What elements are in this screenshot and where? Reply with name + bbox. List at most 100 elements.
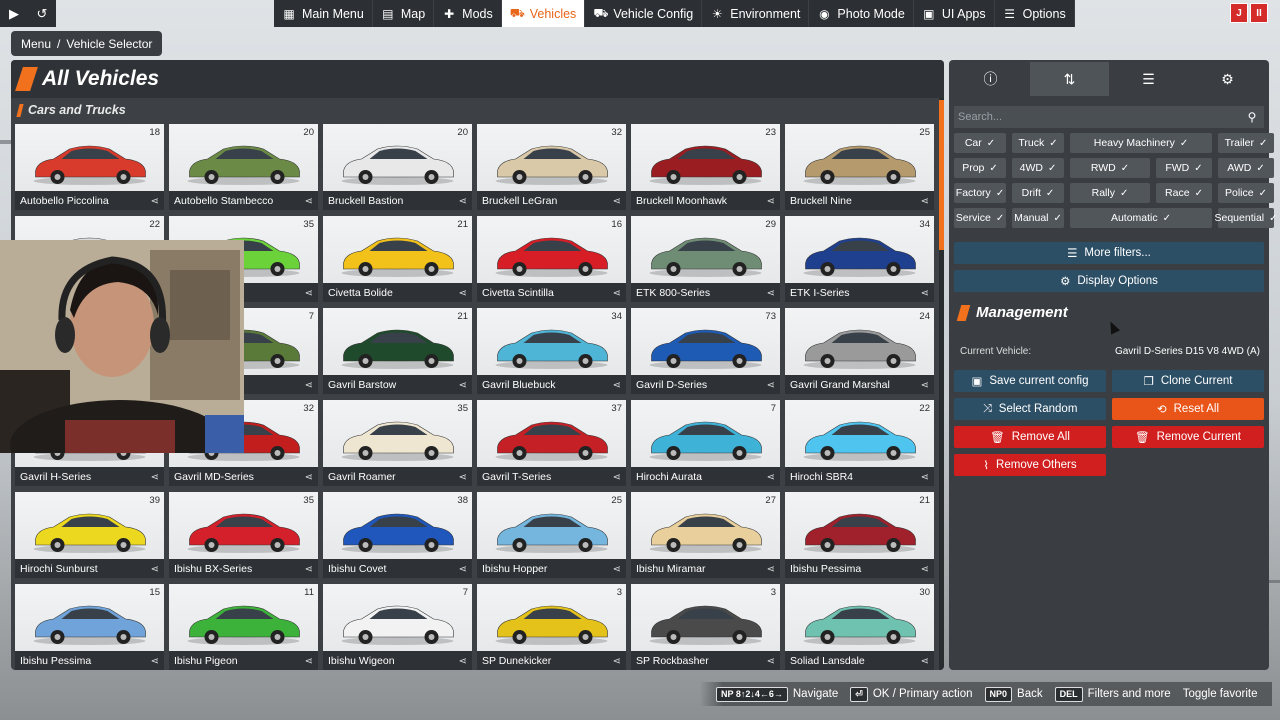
vehicle-card[interactable]: 37 Gavril T-Series ⋖	[477, 400, 626, 486]
filter-chip[interactable]: AWD ✓	[1218, 158, 1274, 178]
share-icon[interactable]: ⋖	[767, 564, 775, 575]
vehicle-card[interactable]: 25 Bruckell Nine ⋖	[785, 124, 934, 210]
vehicle-card[interactable]: 21 Civetta Bolide ⋖	[323, 216, 472, 302]
vehicle-card[interactable]: 3 SP Dunekicker ⋖	[477, 584, 626, 670]
tab-vehicle-config[interactable]: ⛟ Vehicle Config	[585, 0, 703, 27]
share-icon[interactable]: ⋖	[613, 564, 621, 575]
share-icon[interactable]: ⋖	[767, 196, 775, 207]
pause-icon[interactable]: II	[1250, 3, 1268, 23]
vehicle-card[interactable]: 34 Gavril Bluebuck ⋖	[477, 308, 626, 394]
share-icon[interactable]: ⋖	[305, 288, 313, 299]
vehicle-card[interactable]: 15 Ibishu Pessima ⋖	[15, 584, 164, 670]
filter-chip[interactable]: Service ✓	[954, 208, 1006, 228]
tab-main-menu[interactable]: ▦ Main Menu	[274, 0, 373, 27]
share-icon[interactable]: ⋖	[921, 380, 929, 391]
share-icon[interactable]: ⋖	[921, 196, 929, 207]
tab-map[interactable]: ▤ Map	[373, 0, 435, 27]
select-random-button[interactable]: ⤨ Select Random	[954, 398, 1106, 420]
sort-icon[interactable]: ⇅	[1030, 62, 1109, 96]
vehicle-card[interactable]: 35 Gavril Roamer ⋖	[323, 400, 472, 486]
breadcrumb-menu[interactable]: Menu	[21, 37, 51, 51]
tab-vehicles[interactable]: ⛟ Vehicles	[501, 0, 586, 27]
share-icon[interactable]: ⋖	[305, 380, 313, 391]
filter-chip[interactable]: Sequential ✓	[1215, 208, 1278, 228]
vehicle-card[interactable]: 20 Bruckell Bastion ⋖	[323, 124, 472, 210]
vehicle-card[interactable]: 73 Gavril D-Series ⋖	[631, 308, 780, 394]
filter-chip[interactable]: Police ✓	[1218, 183, 1274, 203]
search-icon[interactable]: ⚲	[1240, 106, 1264, 128]
share-icon[interactable]: ⋖	[613, 656, 621, 667]
vehicle-card[interactable]: 16 Civetta Scintilla ⋖	[477, 216, 626, 302]
clone-current-button[interactable]: ❐ Clone Current	[1112, 370, 1264, 392]
filter-chip[interactable]: Factory ✓	[954, 183, 1006, 203]
share-icon[interactable]: ⋖	[613, 196, 621, 207]
share-icon[interactable]: ⋖	[613, 380, 621, 391]
vehicle-card[interactable]: 29 ETK 800-Series ⋖	[631, 216, 780, 302]
share-icon[interactable]: ⋖	[613, 288, 621, 299]
vehicle-card[interactable]: 22 Hirochi SBR4 ⋖	[785, 400, 934, 486]
filter-chip[interactable]: Manual ✓	[1012, 208, 1064, 228]
filter-chip[interactable]: Automatic ✓	[1070, 208, 1212, 228]
share-icon[interactable]: ⋖	[305, 196, 313, 207]
vehicle-card[interactable]: 21 Gavril Barstow ⋖	[323, 308, 472, 394]
filter-chip[interactable]: Trailer ✓	[1218, 133, 1274, 153]
filter-chip[interactable]: Rally ✓	[1070, 183, 1150, 203]
share-icon[interactable]: ⋖	[459, 288, 467, 299]
vehicle-card[interactable]: 24 Gavril Grand Marshal ⋖	[785, 308, 934, 394]
share-icon[interactable]: ⋖	[767, 288, 775, 299]
filter-chip[interactable]: RWD ✓	[1070, 158, 1150, 178]
share-icon[interactable]: ⋖	[921, 656, 929, 667]
share-icon[interactable]: ⋖	[305, 472, 313, 483]
remove-others-button[interactable]: ⌇ Remove Others	[954, 454, 1106, 476]
share-icon[interactable]: ⋖	[305, 656, 313, 667]
reset-all-button[interactable]: ⟲ Reset All	[1112, 398, 1264, 420]
vehicle-card[interactable]: 7 Ibishu Wigeon ⋖	[323, 584, 472, 670]
remove-all-button[interactable]: 🗑 Remove All	[954, 426, 1106, 448]
save-config-button[interactable]: ▣ Save current config	[954, 370, 1106, 392]
filter-chip[interactable]: Race ✓	[1156, 183, 1212, 203]
share-icon[interactable]: ⋖	[921, 288, 929, 299]
tab-environment[interactable]: ☀ Environment	[702, 0, 810, 27]
share-icon[interactable]: ⋖	[613, 472, 621, 483]
share-icon[interactable]: ⋖	[459, 564, 467, 575]
vehicle-card[interactable]: 20 Autobello Stambecco ⋖	[169, 124, 318, 210]
vehicle-card[interactable]: 35 Ibishu BX-Series ⋖	[169, 492, 318, 578]
share-icon[interactable]: ⋖	[459, 380, 467, 391]
share-icon[interactable]: ⋖	[921, 564, 929, 575]
share-icon[interactable]: ⋖	[151, 564, 159, 575]
share-icon[interactable]: ⋖	[767, 472, 775, 483]
vehicle-card[interactable]: 32 Bruckell LeGran ⋖	[477, 124, 626, 210]
display-options-button[interactable]: ⚙ Display Options	[954, 270, 1264, 292]
sliders-icon[interactable]: ⚙	[1188, 62, 1267, 96]
tab-options[interactable]: ☰ Options	[995, 0, 1075, 27]
vehicle-card[interactable]: 23 Bruckell Moonhawk ⋖	[631, 124, 780, 210]
tab-photo-mode[interactable]: ◉ Photo Mode	[809, 0, 914, 27]
vehicle-card[interactable]: 18 Autobello Piccolina ⋖	[15, 124, 164, 210]
vehicle-card[interactable]: 21 Ibishu Pessima ⋖	[785, 492, 934, 578]
filter-chip[interactable]: Truck ✓	[1012, 133, 1064, 153]
play-icon[interactable]: ▶	[0, 0, 28, 27]
share-icon[interactable]: ⋖	[151, 196, 159, 207]
filter-chip[interactable]: FWD ✓	[1156, 158, 1212, 178]
remove-current-button[interactable]: 🗑 Remove Current	[1112, 426, 1264, 448]
vehicle-card[interactable]: 30 Soliad Lansdale ⋖	[785, 584, 934, 670]
vehicle-card[interactable]: 3 SP Rockbasher ⋖	[631, 584, 780, 670]
vehicle-card[interactable]: 34 ETK I-Series ⋖	[785, 216, 934, 302]
info-icon[interactable]: ⓘ	[951, 62, 1030, 96]
filter-chip[interactable]: Car ✓	[954, 133, 1006, 153]
share-icon[interactable]: ⋖	[921, 472, 929, 483]
tab-ui-apps[interactable]: ▣ UI Apps	[914, 0, 995, 27]
share-icon[interactable]: ⋖	[459, 196, 467, 207]
share-icon[interactable]: ⋖	[767, 656, 775, 667]
vehicle-card[interactable]: 11 Ibishu Pigeon ⋖	[169, 584, 318, 670]
vehicle-card[interactable]: 38 Ibishu Covet ⋖	[323, 492, 472, 578]
back-arrow-icon[interactable]: ↺	[28, 0, 56, 27]
filter-chip[interactable]: Prop ✓	[954, 158, 1006, 178]
j-badge[interactable]: J	[1230, 3, 1248, 23]
vehicle-card[interactable]: 7 Hirochi Aurata ⋖	[631, 400, 780, 486]
share-icon[interactable]: ⋖	[767, 380, 775, 391]
share-icon[interactable]: ⋖	[459, 472, 467, 483]
share-icon[interactable]: ⋖	[151, 656, 159, 667]
scrollbar-thumb[interactable]	[939, 100, 944, 250]
filter-icon[interactable]: ☰	[1109, 62, 1188, 96]
